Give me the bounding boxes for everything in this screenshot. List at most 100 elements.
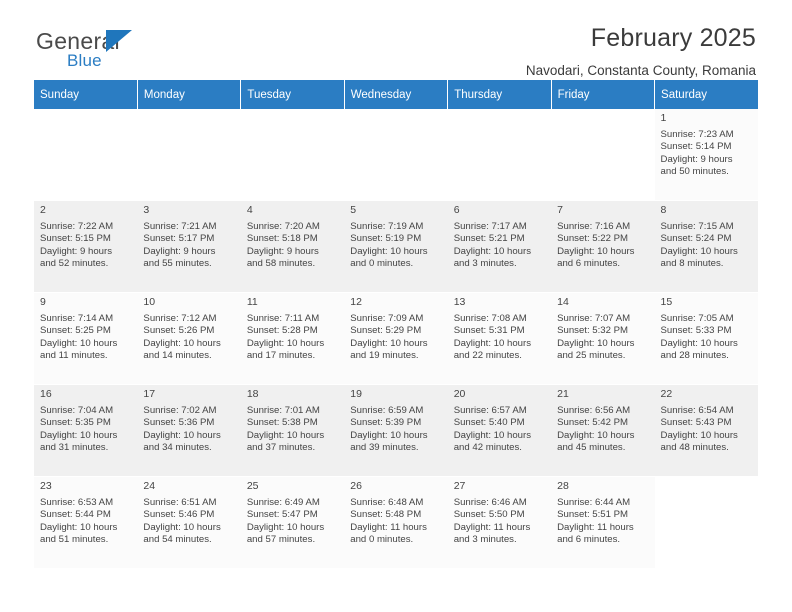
day-sun-info: Sunrise: 6:54 AM Sunset: 5:43 PM Daylight:…: [661, 405, 753, 455]
day-info-line: Daylight: 9 hours: [246, 245, 319, 257]
calendar-day-cell: 19 Sunrise: 6:59 AM Sunset: 5:39 PM Dayligh…: [344, 384, 448, 477]
day-info-line: Sunrise: 6:51 AM: [143, 496, 217, 508]
day-info-line: and 51 minutes.: [40, 534, 109, 546]
calendar-day-cell: 6 Sunrise: 7:17 AM Sunset: 5:21 PM Daylight…: [447, 200, 552, 293]
day-info-line: and 25 minutes.: [557, 350, 626, 362]
day-info-line: Daylight: 10 hours: [40, 521, 118, 533]
day-info-line: Sunrise: 6:46 AM: [453, 496, 527, 508]
day-info-line: and 31 minutes.: [40, 442, 109, 454]
calendar-day-cell: 23 Sunrise: 6:53 AM Sunset: 5:44 PM Dayligh…: [34, 476, 138, 569]
calendar-day-cell: 11 Sunrise: 7:11 AM Sunset: 5:28 PM Dayligh…: [240, 292, 345, 385]
day-info-line: Sunrise: 6:49 AM: [246, 496, 320, 508]
page-header: General Blue February 2025 Navodari, Con…: [34, 0, 758, 78]
weekday-header-wednesday: Wednesday: [344, 80, 449, 109]
day-info-line: Sunset: 5:43 PM: [660, 417, 732, 429]
day-info-line: Daylight: 10 hours: [143, 337, 221, 349]
general-blue-logo: General Blue: [36, 28, 236, 74]
day-info-line: Daylight: 9 hours: [660, 153, 733, 165]
day-info-line: Daylight: 10 hours: [350, 429, 428, 441]
day-info-line: Sunset: 5:18 PM: [246, 233, 318, 245]
calendar-day-cell: 22 Sunrise: 6:54 AM Sunset: 5:43 PM Dayligh…: [654, 384, 758, 477]
day-info-line: Sunrise: 7:17 AM: [453, 220, 527, 232]
day-info-line: Sunset: 5:48 PM: [350, 509, 422, 521]
calendar-day-cell: 9 Sunrise: 7:14 AM Sunset: 5:25 PM Daylight…: [34, 292, 138, 385]
calendar-day-cell: 14 Sunrise: 7:07 AM Sunset: 5:32 PM Dayligh…: [551, 292, 655, 385]
calendar-week-row: 1 Sunrise: 7:23 AM Sunset: 5:14 PM Daylight…: [34, 109, 758, 201]
day-info-line: Sunrise: 7:02 AM: [143, 404, 217, 416]
calendar-page: General Blue February 2025 Navodari, Con…: [0, 0, 792, 612]
day-number: 10: [143, 296, 156, 308]
weekday-header-saturday: Saturday: [654, 80, 758, 109]
day-number: 14: [557, 296, 569, 308]
day-info-line: Daylight: 10 hours: [557, 337, 635, 349]
day-info-line: Daylight: 10 hours: [246, 521, 325, 533]
day-info-line: Sunrise: 7:19 AM: [350, 220, 424, 232]
day-info-line: Daylight: 10 hours: [453, 245, 532, 257]
day-info-line: and 0 minutes.: [350, 258, 414, 270]
day-info-line: and 58 minutes.: [246, 258, 316, 270]
day-info-line: Sunrise: 6:54 AM: [660, 404, 734, 416]
day-info-line: Sunrise: 7:07 AM: [557, 312, 631, 324]
calendar-day-cell: 8 Sunrise: 7:15 AM Sunset: 5:24 PM Daylight…: [654, 200, 758, 293]
day-info-line: and 0 minutes.: [350, 534, 414, 546]
day-info-line: Sunset: 5:40 PM: [453, 417, 525, 429]
day-number: 1: [660, 112, 667, 124]
day-info-line: Sunrise: 6:59 AM: [350, 404, 424, 416]
weekday-header-thursday: Thursday: [447, 80, 552, 109]
day-info-line: Daylight: 9 hours: [40, 245, 112, 257]
day-number: 23: [40, 480, 52, 492]
calendar-cell-empty: [344, 109, 448, 201]
day-info-line: Sunset: 5:32 PM: [557, 325, 629, 337]
day-info-line: Sunset: 5:47 PM: [246, 509, 318, 521]
calendar-day-cell: 24 Sunrise: 6:51 AM Sunset: 5:46 PM Dayligh…: [137, 476, 241, 569]
day-info-line: Sunrise: 7:15 AM: [660, 220, 734, 232]
calendar-day-cell: 1 Sunrise: 7:23 AM Sunset: 5:14 PM Daylight…: [654, 109, 758, 201]
day-info-line: Sunset: 5:51 PM: [557, 509, 629, 521]
calendar-day-cell: 4 Sunrise: 7:20 AM Sunset: 5:18 PM Daylight…: [240, 200, 345, 293]
day-number: 26: [350, 480, 362, 492]
calendar-day-cell: 15 Sunrise: 7:05 AM Sunset: 5:33 PM Dayligh…: [654, 292, 758, 385]
day-sun-info: Sunrise: 7:21 AM Sunset: 5:17 PM Daylight:…: [143, 221, 235, 271]
calendar-week-row: 2 Sunrise: 7:22 AM Sunset: 5:15 PM Daylight…: [34, 200, 758, 293]
day-info-line: Daylight: 10 hours: [660, 337, 738, 349]
day-info-line: and 48 minutes.: [660, 442, 729, 454]
calendar-day-cell: 2 Sunrise: 7:22 AM Sunset: 5:15 PM Daylight…: [34, 200, 138, 293]
day-info-line: Sunset: 5:29 PM: [350, 325, 422, 337]
weekday-header-friday: Friday: [551, 80, 656, 109]
day-sun-info: Sunrise: 6:48 AM Sunset: 5:48 PM Daylight:…: [350, 497, 442, 547]
day-info-line: Sunset: 5:24 PM: [660, 233, 732, 245]
day-info-line: Daylight: 9 hours: [143, 245, 216, 257]
day-number: 5: [350, 204, 357, 216]
day-sun-info: Sunrise: 7:19 AM Sunset: 5:19 PM Daylight:…: [350, 221, 442, 271]
day-info-line: Sunrise: 7:08 AM: [453, 312, 527, 324]
day-number: 18: [246, 388, 259, 400]
day-info-line: and 45 minutes.: [557, 442, 626, 454]
day-sun-info: Sunrise: 7:01 AM Sunset: 5:38 PM Daylight:…: [247, 405, 339, 455]
day-info-line: and 3 minutes.: [453, 534, 517, 546]
calendar-day-cell: 27 Sunrise: 6:46 AM Sunset: 5:50 PM Dayligh…: [447, 476, 552, 569]
day-info-line: Sunrise: 6:48 AM: [350, 496, 424, 508]
page-title: February 2025: [590, 24, 756, 52]
day-info-line: Daylight: 10 hours: [350, 337, 428, 349]
day-info-line: Daylight: 10 hours: [660, 245, 738, 257]
day-number: 7: [557, 204, 563, 216]
day-sun-info: Sunrise: 7:23 AM Sunset: 5:14 PM Daylight:…: [661, 129, 753, 179]
location-subtitle: Navodari, Constanta County, Romania: [525, 63, 756, 78]
day-number: 2: [40, 204, 46, 216]
day-sun-info: Sunrise: 7:12 AM Sunset: 5:26 PM Daylight:…: [143, 313, 235, 363]
day-info-line: Sunset: 5:28 PM: [246, 325, 318, 337]
day-sun-info: Sunrise: 7:02 AM Sunset: 5:36 PM Daylight:…: [143, 405, 235, 455]
calendar-day-cell: 17 Sunrise: 7:02 AM Sunset: 5:36 PM Dayligh…: [137, 384, 241, 477]
day-number: 9: [40, 296, 46, 308]
day-info-line: and 39 minutes.: [350, 442, 419, 454]
day-info-line: Sunset: 5:17 PM: [143, 233, 215, 245]
calendar-day-cell: 10 Sunrise: 7:12 AM Sunset: 5:26 PM Dayligh…: [137, 292, 241, 385]
day-info-line: Sunrise: 6:53 AM: [40, 496, 114, 508]
day-sun-info: Sunrise: 6:49 AM Sunset: 5:47 PM Daylight:…: [247, 497, 339, 547]
day-sun-info: Sunrise: 6:57 AM Sunset: 5:40 PM Daylight:…: [454, 405, 546, 455]
day-number: 8: [660, 204, 667, 216]
day-info-line: Sunrise: 7:11 AM: [246, 312, 320, 324]
day-info-line: Sunrise: 7:09 AM: [350, 312, 424, 324]
day-info-line: Daylight: 10 hours: [557, 245, 635, 257]
calendar-week-row: 23 Sunrise: 6:53 AM Sunset: 5:44 PM Dayligh…: [34, 476, 758, 569]
